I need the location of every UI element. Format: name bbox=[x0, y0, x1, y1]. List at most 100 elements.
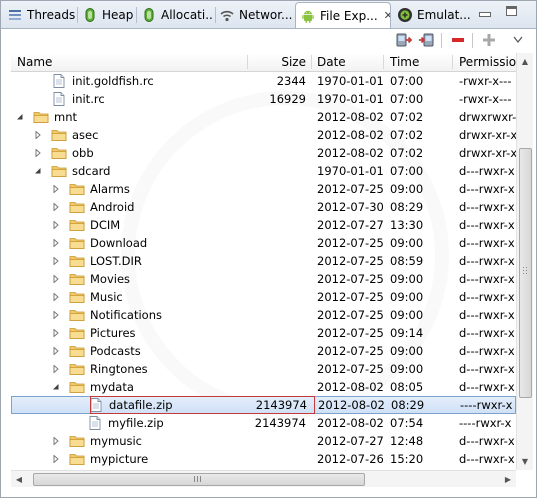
scroll-down-arrow[interactable]: ▼ bbox=[517, 453, 533, 469]
file-date: 2012-07-25 bbox=[317, 344, 384, 358]
collapse-arrow-icon[interactable] bbox=[51, 270, 61, 288]
file-size bbox=[248, 162, 306, 180]
table-row[interactable]: Music 2012-07-25 09:00 d---rwxr-x bbox=[11, 288, 516, 306]
delete-button[interactable] bbox=[450, 32, 466, 48]
collapse-arrow-icon[interactable] bbox=[51, 216, 61, 234]
file-permissions: d---rwxr-x bbox=[459, 290, 515, 304]
vertical-scroll-thumb[interactable] bbox=[519, 148, 532, 398]
collapse-arrow-icon[interactable] bbox=[51, 450, 61, 468]
collapse-arrow-icon[interactable] bbox=[33, 144, 43, 162]
file-size bbox=[248, 306, 306, 324]
table-row[interactable]: Podcasts 2012-07-25 09:00 d---rwxr-x bbox=[11, 342, 516, 360]
file-name: Download bbox=[90, 236, 148, 250]
table-row[interactable]: Android 2012-07-30 08:29 d---rwxr-x bbox=[11, 198, 516, 216]
maximize-view-button[interactable] bbox=[506, 6, 520, 18]
tab-network-statistics[interactable]: Networ... bbox=[219, 2, 293, 27]
file-time: 07:54 bbox=[390, 416, 424, 430]
close-icon[interactable]: ✕ bbox=[384, 9, 390, 22]
table-row[interactable]: mypicture 2012-07-26 15:20 d---rwxr-x bbox=[11, 450, 516, 468]
table-row[interactable]: Pictures 2012-07-25 09:14 d---rwxr-x bbox=[11, 324, 516, 342]
folder-icon bbox=[51, 130, 67, 141]
column-date[interactable]: Date bbox=[317, 53, 377, 71]
pull-file-button[interactable] bbox=[396, 32, 412, 48]
collapse-arrow-icon[interactable] bbox=[51, 432, 61, 450]
collapse-arrow-icon[interactable] bbox=[51, 306, 61, 324]
view-menu-button[interactable] bbox=[510, 32, 526, 48]
collapse-arrow-icon[interactable] bbox=[33, 126, 43, 144]
collapse-arrow-icon[interactable] bbox=[51, 342, 61, 360]
horizontal-scroll-thumb[interactable] bbox=[33, 473, 365, 486]
file-date: 2012-07-30 bbox=[317, 200, 384, 214]
column-permissions[interactable]: Permissio bbox=[459, 53, 521, 71]
table-row[interactable]: Movies 2012-07-25 09:00 d---rwxr-x bbox=[11, 270, 516, 288]
file-time: 09:00 bbox=[390, 308, 424, 322]
scroll-up-arrow[interactable]: ▲ bbox=[517, 53, 533, 69]
folder-icon bbox=[69, 220, 85, 231]
minimize-view-button[interactable] bbox=[479, 8, 491, 17]
file-permissions: d---rwxr-x bbox=[459, 236, 515, 250]
file-name: init.rc bbox=[72, 92, 105, 106]
table-row[interactable]: mymusic 2012-07-27 12:48 d---rwxr-x bbox=[11, 432, 516, 450]
tab-allocation-tracker[interactable]: Allocati... bbox=[141, 2, 213, 27]
folder-icon bbox=[69, 238, 85, 249]
table-row[interactable]: asec 2012-08-02 07:02 drwxr-xr-x bbox=[11, 126, 516, 144]
file-name: Pictures bbox=[90, 326, 136, 340]
expand-arrow-icon[interactable] bbox=[51, 378, 61, 396]
table-row[interactable]: LOST.DIR 2012-07-25 08:59 d---rwxr-x bbox=[11, 252, 516, 270]
table-row[interactable]: mnt 2012-08-02 07:02 drwxrwxr-x bbox=[11, 108, 516, 126]
vertical-scrollbar[interactable]: ▲ ▼ bbox=[516, 53, 533, 470]
scroll-right-arrow[interactable]: ▶ bbox=[500, 471, 516, 487]
collapse-arrow-icon[interactable] bbox=[51, 288, 61, 306]
file-time: 09:00 bbox=[390, 236, 424, 250]
column-name[interactable]: Name bbox=[17, 53, 217, 71]
file-time: 07:02 bbox=[390, 110, 424, 124]
tab-emulator-control[interactable]: Emulat... bbox=[397, 2, 473, 27]
column-time[interactable]: Time bbox=[390, 53, 450, 71]
table-row[interactable]: obb 2012-08-02 07:02 drwxr-xr-x bbox=[11, 144, 516, 162]
collapse-arrow-icon[interactable] bbox=[51, 234, 61, 252]
file-icon bbox=[89, 416, 101, 430]
collapse-arrow-icon[interactable] bbox=[51, 180, 61, 198]
file-time: 07:00 bbox=[390, 74, 424, 88]
expand-arrow-icon[interactable] bbox=[33, 162, 43, 180]
highlight-box bbox=[90, 396, 315, 414]
expand-arrow-icon[interactable] bbox=[15, 108, 25, 126]
column-size[interactable]: Size bbox=[248, 53, 306, 71]
file-size bbox=[248, 288, 306, 306]
file-permissions: d---rwxr-x bbox=[459, 434, 515, 448]
tab-threads[interactable]: Threads bbox=[7, 2, 75, 27]
table-row[interactable]: init.rc 16929 1970-01-01 07:00 -rwxr-x--- bbox=[11, 90, 516, 108]
file-date: 2012-08-02 bbox=[317, 380, 384, 394]
table-row[interactable]: sdcard 1970-01-01 07:00 d---rwxr-x bbox=[11, 162, 516, 180]
table-row[interactable]: init.goldfish.rc 2344 1970-01-01 07:00 -rwxr… bbox=[11, 72, 516, 90]
file-permissions: d---rwxr-x bbox=[459, 182, 515, 196]
file-permissions: d---rwxr-x bbox=[459, 362, 515, 376]
file-size: 2344 bbox=[276, 74, 306, 88]
file-date: 2012-08-02 bbox=[317, 416, 384, 430]
table-row[interactable]: myfile.zip 2143974 2012-08-02 07:54 ----rwxr… bbox=[11, 414, 516, 432]
table-row[interactable]: Download 2012-07-25 09:00 d---rwxr-x bbox=[11, 234, 516, 252]
push-file-button[interactable] bbox=[418, 32, 434, 48]
new-folder-button[interactable] bbox=[481, 32, 497, 48]
tab-file-explorer[interactable]: File Exp... ✕ bbox=[295, 2, 391, 28]
horizontal-scrollbar[interactable]: ◀ ▶ bbox=[11, 470, 516, 487]
table-row[interactable]: DCIM 2012-07-27 13:30 d---rwxr-x bbox=[11, 216, 516, 234]
collapse-arrow-icon[interactable] bbox=[51, 198, 61, 216]
table-row[interactable]: mydata 2012-08-02 08:05 d---rwxr-x bbox=[11, 378, 516, 396]
scroll-left-arrow[interactable]: ◀ bbox=[11, 471, 27, 487]
table-row[interactable]: Ringtones 2012-07-25 09:00 d---rwxr-x bbox=[11, 360, 516, 378]
collapse-arrow-icon[interactable] bbox=[51, 252, 61, 270]
table-row[interactable]: Alarms 2012-07-25 09:00 d---rwxr-x bbox=[11, 180, 516, 198]
collapse-arrow-icon[interactable] bbox=[51, 324, 61, 342]
file-name: mymusic bbox=[90, 434, 143, 448]
file-name: myfile.zip bbox=[108, 416, 164, 430]
table-row[interactable]: datafile.zip 2143974 2012-08-02 08:29 ----rw… bbox=[11, 396, 516, 414]
tab-label: Emulat... bbox=[417, 7, 471, 22]
file-size bbox=[248, 126, 306, 144]
file-permissions: d---rwxr-x bbox=[459, 344, 515, 358]
table-row[interactable]: Notifications 2012-07-25 09:00 d---rwxr-x bbox=[11, 306, 516, 324]
file-date: 2012-07-27 bbox=[317, 218, 384, 232]
collapse-arrow-icon[interactable] bbox=[51, 360, 61, 378]
column-header: Name Size Date Time Permissio bbox=[11, 53, 526, 72]
tab-heap[interactable]: Heap bbox=[82, 2, 133, 27]
